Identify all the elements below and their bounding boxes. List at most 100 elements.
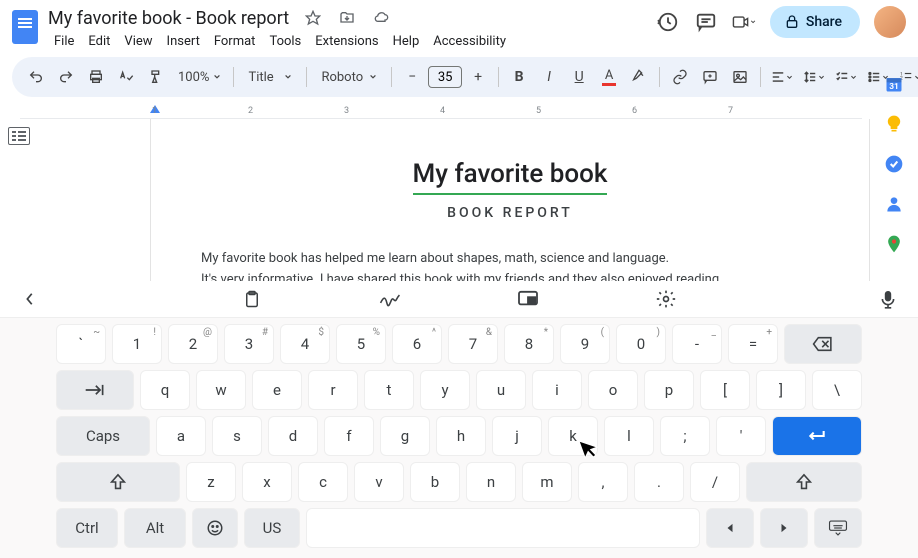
key-p[interactable]: p (644, 370, 694, 410)
menu-tools[interactable]: Tools (263, 32, 307, 51)
key-m[interactable]: m (522, 462, 572, 502)
italic-button[interactable]: I (535, 63, 563, 91)
key-6[interactable]: 6^ (392, 324, 442, 364)
key-language[interactable]: US (244, 508, 300, 548)
menu-format[interactable]: Format (208, 32, 262, 51)
key-.[interactable]: . (634, 462, 684, 502)
page-subtitle[interactable]: BOOK REPORT (201, 205, 819, 221)
key-n[interactable]: n (466, 462, 516, 502)
kb-mic-icon[interactable] (874, 285, 902, 313)
redo-button[interactable] (52, 63, 80, 91)
font-size-input[interactable]: 35 (428, 66, 462, 88)
key-o[interactable]: o (588, 370, 638, 410)
align-button[interactable] (767, 63, 797, 91)
key-d[interactable]: d (268, 416, 318, 456)
paragraph-style-select[interactable]: Title (240, 63, 300, 91)
font-select[interactable]: Roboto (313, 63, 385, 91)
document-title[interactable]: My favorite book - Book report (48, 8, 289, 29)
key-\[interactable]: \ (812, 370, 862, 410)
key-r[interactable]: r (308, 370, 358, 410)
key-arrow-left[interactable] (706, 508, 754, 548)
key-0[interactable]: 0) (616, 324, 666, 364)
menu-edit[interactable]: Edit (82, 32, 116, 51)
key-caps[interactable]: Caps (56, 416, 150, 456)
key-4[interactable]: 4$ (280, 324, 330, 364)
key-emoji[interactable] (192, 508, 238, 548)
key-/[interactable]: / (690, 462, 740, 502)
link-button[interactable] (666, 63, 694, 91)
key-g[interactable]: g (380, 416, 430, 456)
docs-logo-icon[interactable] (12, 10, 38, 44)
key-l[interactable]: l (604, 416, 654, 456)
key-3[interactable]: 3# (224, 324, 274, 364)
key-][interactable]: ] (756, 370, 806, 410)
maps-icon[interactable] (884, 234, 904, 254)
key-[[interactable]: [ (700, 370, 750, 410)
key-7[interactable]: 7& (448, 324, 498, 364)
bold-button[interactable]: B (505, 63, 533, 91)
kb-clipboard-icon[interactable] (238, 285, 266, 313)
history-icon[interactable] (656, 10, 680, 34)
key-'[interactable]: ' (716, 416, 766, 456)
key-enter[interactable] (772, 416, 862, 456)
key-backspace[interactable] (784, 324, 862, 364)
key-f[interactable]: f (324, 416, 374, 456)
key-;[interactable]: ; (660, 416, 710, 456)
key-i[interactable]: i (532, 370, 582, 410)
menu-view[interactable]: View (118, 32, 158, 51)
key-5[interactable]: 5% (336, 324, 386, 364)
key-t[interactable]: t (364, 370, 414, 410)
keep-icon[interactable] (884, 114, 904, 134)
key-e[interactable]: e (252, 370, 302, 410)
key-z[interactable]: z (186, 462, 236, 502)
cloud-status-icon[interactable] (369, 6, 393, 30)
share-button[interactable]: Share (770, 6, 860, 38)
key-j[interactable]: j (492, 416, 542, 456)
document-page[interactable]: My favorite book BOOK REPORT My favorite… (150, 119, 870, 291)
key-u[interactable]: u (476, 370, 526, 410)
key-1[interactable]: 1! (112, 324, 162, 364)
key-arrow-right[interactable] (760, 508, 808, 548)
key-shift-right[interactable] (746, 462, 862, 502)
key-q[interactable]: q (140, 370, 190, 410)
move-icon[interactable] (335, 6, 359, 30)
meet-icon[interactable] (732, 10, 756, 34)
menu-insert[interactable]: Insert (161, 32, 206, 51)
user-avatar[interactable] (874, 6, 906, 38)
horizontal-ruler[interactable]: 1234567 (20, 103, 862, 119)
key-space[interactable] (306, 508, 700, 548)
undo-button[interactable] (22, 63, 50, 91)
kb-back-icon[interactable] (16, 285, 44, 313)
paint-format-button[interactable] (142, 63, 170, 91)
page-title[interactable]: My favorite book (413, 159, 608, 195)
key-alt[interactable]: Alt (124, 508, 186, 548)
kb-settings-icon[interactable] (652, 285, 680, 313)
highlight-button[interactable] (625, 63, 653, 91)
key-b[interactable]: b (410, 462, 460, 502)
font-size-increase[interactable]: + (464, 63, 492, 91)
key--[interactable]: -_ (672, 324, 722, 364)
menu-help[interactable]: Help (387, 32, 426, 51)
key-=[interactable]: =+ (728, 324, 778, 364)
key-k[interactable]: k (548, 416, 598, 456)
key-tab[interactable] (56, 370, 134, 410)
line-spacing-button[interactable] (799, 63, 829, 91)
zoom-select[interactable]: 100% (172, 63, 227, 91)
key-`[interactable]: `~ (56, 324, 106, 364)
key-,[interactable]: , (578, 462, 628, 502)
key-y[interactable]: y (420, 370, 470, 410)
contacts-icon[interactable] (884, 194, 904, 214)
kb-floating-icon[interactable] (514, 285, 542, 313)
key-2[interactable]: 2@ (168, 324, 218, 364)
star-icon[interactable] (301, 6, 325, 30)
key-v[interactable]: v (354, 462, 404, 502)
key-hide-keyboard[interactable] (814, 508, 862, 548)
underline-button[interactable]: U (565, 63, 593, 91)
comments-icon[interactable] (694, 10, 718, 34)
spellcheck-button[interactable] (112, 63, 140, 91)
key-s[interactable]: s (212, 416, 262, 456)
print-button[interactable] (82, 63, 110, 91)
text-color-button[interactable]: A (595, 63, 623, 91)
font-size-decrease[interactable]: − (398, 63, 426, 91)
key-shift-left[interactable] (56, 462, 180, 502)
